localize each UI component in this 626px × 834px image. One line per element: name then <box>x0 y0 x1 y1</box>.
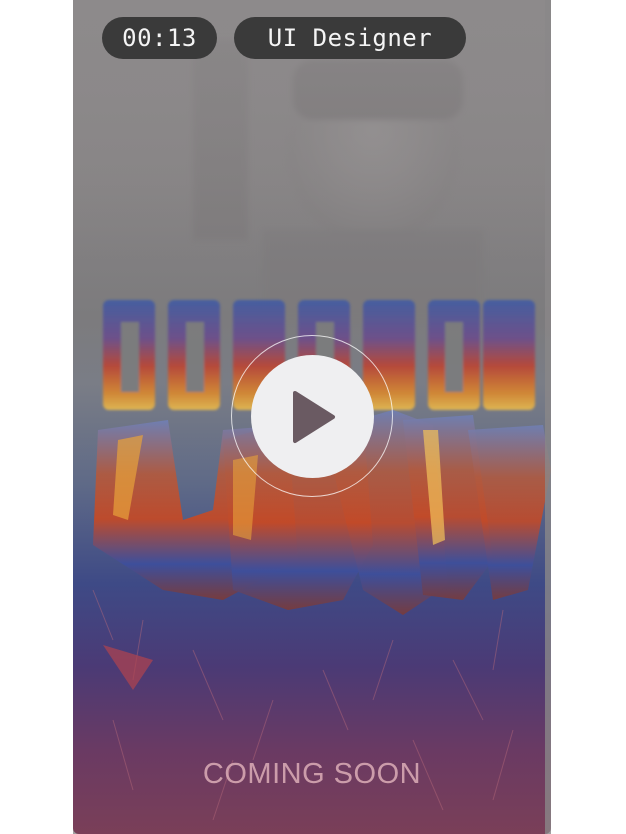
play-button[interactable] <box>251 355 374 478</box>
elapsed-time-badge: 00:13 <box>102 17 217 59</box>
coming-soon-label: COMING SOON <box>202 758 422 790</box>
role-tag-badge[interactable]: UI Designer <box>234 17 466 59</box>
poster-right-edge <box>545 0 551 834</box>
debris-shape <box>103 645 153 690</box>
play-icon <box>292 390 335 443</box>
video-preview-screen: 00:13 UI Designer COMING SOON <box>0 0 626 834</box>
